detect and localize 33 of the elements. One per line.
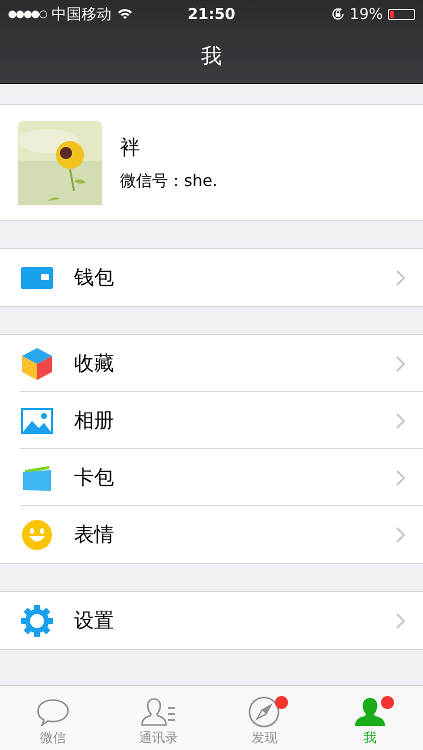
wallet-icon — [21, 264, 53, 290]
person-icon — [354, 697, 386, 727]
profile-card[interactable]: 袢 微信号：she. — [0, 104, 423, 221]
menu-row[interactable]: 设置 — [0, 592, 423, 649]
cards-icon — [22, 464, 52, 492]
wechat-id: 微信号：she. — [120, 170, 218, 192]
page-title: 我 — [201, 42, 222, 70]
smile-icon — [22, 520, 52, 550]
chevron-icon — [396, 612, 405, 628]
menu-row[interactable]: 收藏 — [0, 335, 423, 392]
menu-row[interactable]: 钱包 — [0, 249, 423, 306]
carrier-name: 中国移动 — [52, 4, 112, 24]
clock-time: 21:50 — [188, 5, 236, 23]
user-name: 袢 — [120, 134, 141, 160]
battery-percent: 19% — [350, 5, 383, 23]
cube-icon — [22, 348, 52, 380]
wifi-icon — [116, 8, 133, 20]
photo-icon — [21, 408, 53, 434]
rotation-lock-icon — [330, 7, 345, 21]
chevron-icon — [396, 526, 405, 542]
menu-row[interactable]: 卡包 — [0, 449, 423, 506]
contacts-icon — [140, 697, 178, 727]
signal-icon: ●●●●○ — [8, 8, 47, 20]
chevron-icon — [396, 412, 405, 428]
compass-icon — [248, 696, 280, 728]
settings-icon — [21, 604, 53, 636]
chevron-icon — [396, 470, 405, 486]
battery-icon — [388, 8, 415, 20]
chat-icon — [36, 698, 70, 726]
menu-row[interactable]: 相册 — [0, 392, 423, 449]
chevron-icon — [396, 270, 405, 286]
chevron-icon — [396, 356, 405, 372]
menu-row[interactable]: 表情 — [0, 506, 423, 563]
